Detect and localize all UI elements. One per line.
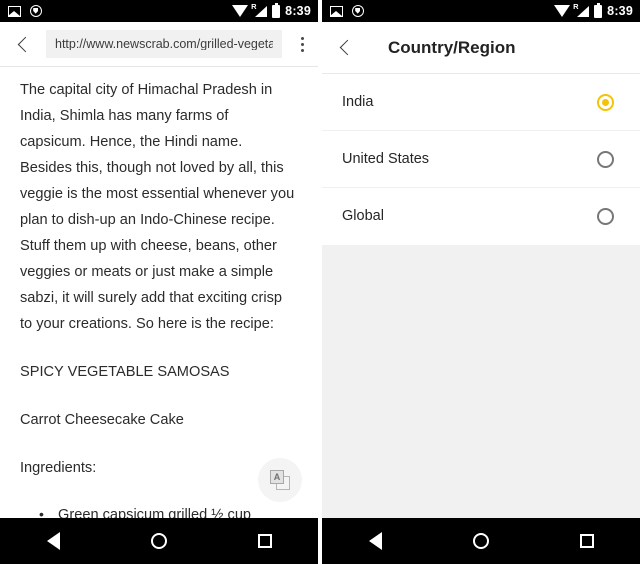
status-bar-left: R 8:39 (0, 0, 318, 22)
option-label: United States (342, 150, 430, 167)
translate-icon-letter: A (270, 470, 284, 484)
nav-home-button[interactable] (451, 518, 511, 564)
ingredients-label: Ingredients: (20, 460, 97, 476)
list-item-india[interactable]: India (322, 74, 640, 131)
home-circle-icon (473, 533, 489, 549)
option-label: India (342, 93, 374, 110)
signal-roaming-icon: R (573, 3, 590, 17)
recipe-title: SPICY VEGETABLE SAMOSAS (20, 364, 230, 380)
url-text: http://www.newscrab.com/grilled-vegetabl… (55, 37, 273, 51)
wifi-icon (554, 4, 571, 17)
recipe-subtitle: Carrot Cheesecake Cake (20, 412, 184, 428)
wifi-icon (232, 4, 249, 17)
url-bar[interactable]: http://www.newscrab.com/grilled-vegetabl… (46, 30, 282, 58)
translate-icon: A (270, 470, 290, 490)
settings-back-button[interactable] (322, 25, 368, 70)
nav-back-button[interactable] (23, 518, 83, 564)
nav-home-button[interactable] (129, 518, 189, 564)
article-content: The capital city of Himachal Pradesh in … (0, 67, 318, 518)
radio-button[interactable] (597, 208, 614, 225)
nav-back-button[interactable] (345, 518, 405, 564)
signal-bars (255, 6, 268, 17)
dual-screenshot-container: R 8:39 http://www.newscrab.com/grilled-v… (0, 0, 640, 564)
recents-square-icon (580, 534, 594, 548)
empty-area (322, 245, 640, 518)
overflow-menu-button[interactable] (286, 22, 318, 67)
android-navbar-right (322, 518, 640, 564)
country-region-list: India United States Global (322, 74, 640, 245)
back-triangle-icon (46, 532, 60, 550)
more-options-icon-dot (300, 48, 304, 52)
shield-icon (352, 5, 364, 17)
status-bar-right: R 8:39 (322, 0, 640, 22)
more-options-icon-dot (300, 36, 304, 40)
article-paragraph: The capital city of Himachal Pradesh in … (20, 82, 295, 332)
status-bar-clock: 8:39 (285, 3, 311, 18)
list-item-united-states[interactable]: United States (322, 131, 640, 188)
more-options-icon-dot (300, 42, 304, 46)
photo-icon (330, 5, 343, 17)
back-triangle-icon (368, 532, 382, 550)
nav-recents-button[interactable] (235, 518, 295, 564)
status-bar-right-icons: R 8:39 (554, 2, 633, 18)
list-item-global[interactable]: Global (322, 188, 640, 245)
radio-button-selected[interactable] (597, 93, 614, 111)
radio-button[interactable] (597, 150, 614, 168)
list-item: Green capsicum grilled ½ cup (20, 502, 298, 518)
status-bar-clock: 8:39 (607, 3, 633, 18)
status-bar-right-icons: R 8:39 (232, 2, 311, 18)
ingredients-list: Green capsicum grilled ½ cup Yellow bell… (20, 502, 298, 518)
chevron-left-icon (339, 39, 355, 56)
chevron-left-icon (17, 36, 33, 52)
signal-bars (577, 6, 590, 17)
settings-panel: R 8:39 Country/Region India United State… (322, 0, 640, 564)
signal-roaming-icon: R (251, 3, 268, 17)
settings-toolbar: Country/Region (322, 22, 640, 74)
shield-icon (30, 5, 42, 17)
home-circle-icon (151, 533, 167, 549)
photo-icon (8, 5, 21, 17)
battery-icon (594, 2, 603, 18)
browser-back-button[interactable] (0, 22, 46, 67)
recents-square-icon (258, 534, 272, 548)
option-label: Global (342, 208, 384, 225)
android-navbar-left (0, 518, 318, 564)
battery-icon (272, 2, 281, 18)
translate-button[interactable]: A (258, 458, 302, 502)
browser-toolbar: http://www.newscrab.com/grilled-vegetabl… (0, 22, 318, 67)
browser-panel: R 8:39 http://www.newscrab.com/grilled-v… (0, 0, 318, 564)
page-title: Country/Region (388, 38, 516, 57)
nav-recents-button[interactable] (557, 518, 617, 564)
status-bar-left-icons (330, 5, 364, 17)
status-bar-left-icons (8, 5, 42, 17)
